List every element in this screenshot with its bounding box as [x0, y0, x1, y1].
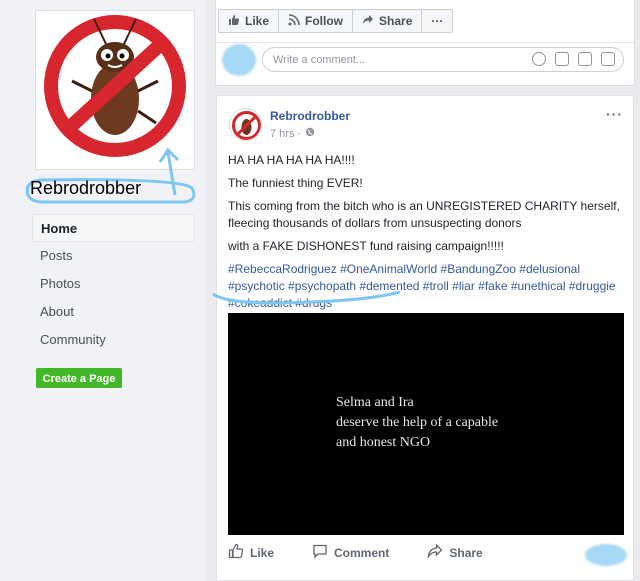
redaction-blob [222, 44, 256, 76]
left-sidebar: Rebrodrobber Home Posts Photos About Com… [0, 0, 205, 581]
speech-bubble-icon [312, 543, 328, 562]
like-label: Like [245, 14, 270, 28]
nav-posts[interactable]: Posts [32, 242, 195, 270]
divider [216, 42, 634, 43]
globe-icon [305, 127, 315, 140]
nav-community[interactable]: Community [32, 326, 195, 354]
share-arrow-icon [362, 14, 374, 29]
post-like-label: Like [250, 545, 275, 560]
create-page-button[interactable]: Create a Page [36, 368, 122, 388]
post-share-label: Share [449, 545, 483, 560]
video-player[interactable]: Selma and Ira deserve the help of a capa… [228, 313, 624, 535]
share-button[interactable]: Share [353, 10, 423, 32]
no-cockroach-logo [44, 15, 186, 157]
post-meta: 7 hrs · [270, 127, 315, 140]
comment-icon-row [532, 52, 615, 66]
post-hashtags[interactable]: #RebeccaRodriguez #OneAnimalWorld #Bandu… [228, 261, 623, 312]
rss-icon [288, 13, 300, 29]
sticker-icon[interactable] [601, 52, 615, 66]
video-caption-line-1: Selma and Ira [336, 395, 414, 410]
share-label: Share [379, 14, 413, 28]
nav-home[interactable]: Home [32, 214, 195, 242]
top-action-bar: Like Follow Share ··· [218, 9, 454, 33]
post-line-4: with a FAKE DISHONEST fund raising campa… [228, 239, 504, 253]
post-body: HA HA HA HA HA HA!!!! The funniest thing… [228, 152, 623, 318]
more-options-button[interactable]: ··· [422, 10, 452, 32]
post-line-1: HA HA HA HA HA HA!!!! [228, 153, 355, 167]
post-line-2: The funniest thing EVER! [228, 176, 363, 190]
camera-icon[interactable] [555, 52, 569, 66]
video-caption-line-3: and honest NGO [336, 435, 431, 450]
follow-label: Follow [305, 14, 344, 28]
no-cockroach-avatar-icon [232, 111, 261, 140]
post-comment-button[interactable]: Comment [312, 543, 389, 562]
emoji-icon[interactable] [532, 52, 546, 66]
video-caption: Selma and Ira deserve the help of a capa… [336, 393, 498, 453]
more-label: ··· [431, 14, 444, 28]
post-actions: Like Comment Share [228, 543, 483, 562]
post-comment-label: Comment [334, 545, 390, 560]
post-options-button[interactable]: ··· [606, 106, 623, 122]
gif-icon[interactable] [578, 52, 592, 66]
post-like-button[interactable]: Like [228, 543, 274, 562]
profile-picture[interactable] [35, 10, 195, 170]
post-author[interactable]: Rebrodrobber [270, 109, 350, 123]
video-caption-line-2: deserve the help of a capable [336, 415, 499, 430]
post-card: Rebrodrobber 7 hrs · ··· HA HA HA HA HA … [216, 95, 634, 581]
page-nav: Home Posts Photos About Community [32, 214, 195, 354]
share-arrow-outline-icon [427, 543, 443, 562]
redaction-blob-bottom [585, 544, 627, 566]
comment-placeholder: Write a comment... [273, 54, 366, 66]
comment-input[interactable]: Write a comment... [262, 47, 624, 72]
thumbs-up-outline-icon [228, 543, 244, 562]
post-time[interactable]: 7 hrs · [270, 128, 301, 140]
nav-about[interactable]: About [32, 298, 195, 326]
thumbs-up-icon [228, 14, 240, 29]
post-line-3: This coming from the bitch who is an UNR… [228, 199, 620, 230]
page-name[interactable]: Rebrodrobber [30, 178, 141, 199]
post-share-button[interactable]: Share [427, 543, 483, 562]
like-button[interactable]: Like [219, 10, 280, 32]
author-avatar[interactable] [229, 108, 262, 141]
nav-photos[interactable]: Photos [32, 270, 195, 298]
follow-button[interactable]: Follow [279, 10, 354, 32]
